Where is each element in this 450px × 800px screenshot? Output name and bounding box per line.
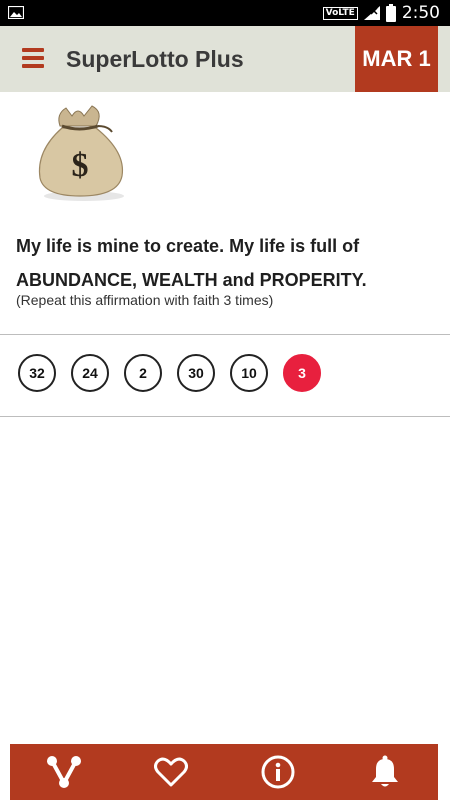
svg-text:$: $ — [72, 147, 89, 184]
number-ball: 10 — [230, 354, 268, 392]
network-badge: VoLTE — [322, 6, 358, 20]
bell-icon — [371, 755, 398, 787]
lotto-numbers: 32 24 2 30 10 3 — [18, 354, 321, 392]
affirmation-text: My life is mine to create. My life is fu… — [16, 229, 436, 297]
share-button[interactable] — [40, 748, 88, 796]
status-bar: VoLTE 2:50 — [0, 0, 450, 26]
number-ball: 32 — [18, 354, 56, 392]
divider — [0, 334, 450, 335]
date-badge[interactable]: MAR 1 — [355, 26, 438, 92]
number-ball: 30 — [177, 354, 215, 392]
menu-icon[interactable] — [22, 48, 44, 68]
number-ball: 24 — [71, 354, 109, 392]
clock: 2:50 — [401, 3, 440, 23]
money-bag-icon: $ — [38, 105, 124, 201]
info-icon — [261, 755, 294, 789]
favorite-button[interactable] — [147, 748, 195, 796]
mega-number-ball: 3 — [283, 354, 321, 392]
heart-icon — [153, 757, 188, 787]
image-notification-icon — [8, 6, 24, 19]
notifications-button[interactable] — [361, 748, 409, 796]
info-button[interactable] — [254, 748, 302, 796]
divider — [0, 416, 450, 417]
number-ball: 2 — [124, 354, 162, 392]
bottom-nav — [10, 744, 438, 800]
affirmation-line-1: My life is mine to create. My life is fu… — [16, 236, 360, 256]
signal-icon — [363, 6, 380, 20]
battery-icon — [385, 4, 396, 22]
app-bar: SuperLotto Plus MAR 1 — [0, 26, 450, 92]
share-icon — [46, 756, 81, 788]
app-title: SuperLotto Plus — [66, 46, 244, 72]
affirmation-note: (Repeat this affirmation with faith 3 ti… — [16, 292, 274, 308]
